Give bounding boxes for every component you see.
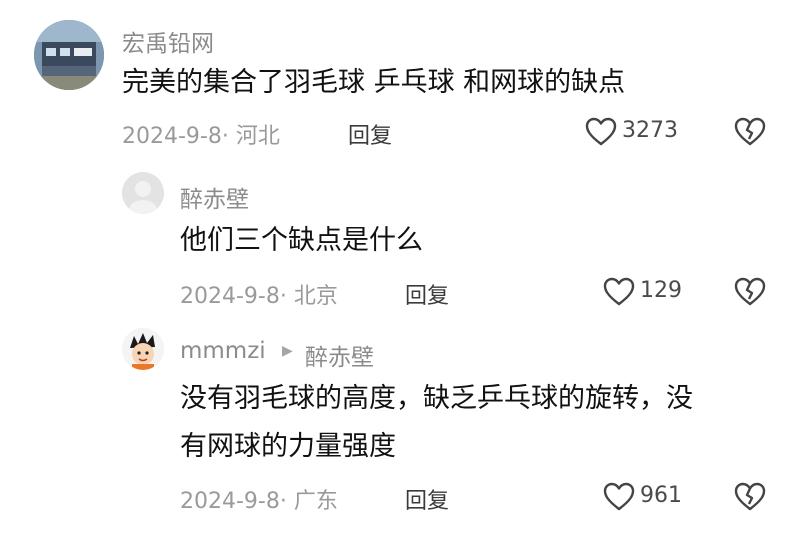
broken-heart-icon[interactable] [734, 277, 766, 307]
comment-username[interactable]: mmmzi [180, 338, 266, 364]
like-count: 3273 [622, 118, 678, 143]
comment-text-line-1: 没有羽毛球的高度，缺乏乒乓球的旋转，没 [180, 383, 693, 414]
comment-meta: 2024-9-8· 河北 [122, 124, 280, 149]
like-count: 961 [640, 483, 682, 508]
like-count: 129 [640, 278, 682, 303]
broken-heart-icon[interactable] [734, 482, 766, 512]
heart-icon[interactable] [603, 482, 635, 512]
avatar[interactable] [34, 20, 104, 90]
reply-button[interactable]: 回复 [405, 483, 449, 515]
reply-button[interactable]: 回复 [405, 278, 449, 310]
comment-username[interactable]: 醉赤壁 [180, 180, 249, 214]
comment-text: 他们三个缺点是什么 [180, 225, 423, 256]
avatar[interactable] [122, 172, 164, 214]
heart-icon[interactable] [603, 277, 635, 307]
reply-arrow-icon: ▶ [282, 343, 293, 359]
comment-meta: 2024-9-8· 广东 [180, 489, 338, 514]
comment-meta: 2024-9-8· 北京 [180, 284, 338, 309]
broken-heart-icon[interactable] [734, 117, 766, 147]
reply-target-username[interactable]: 醉赤壁 [305, 338, 374, 372]
comment-text: 完美的集合了羽毛球 乒乓球 和网球的缺点 [122, 67, 626, 98]
comment-text-line-2: 有网球的力量强度 [180, 431, 396, 462]
comment-username[interactable]: 宏禹铅网 [122, 24, 214, 58]
avatar[interactable] [122, 328, 164, 370]
heart-icon[interactable] [585, 117, 617, 147]
reply-button[interactable]: 回复 [348, 118, 392, 150]
